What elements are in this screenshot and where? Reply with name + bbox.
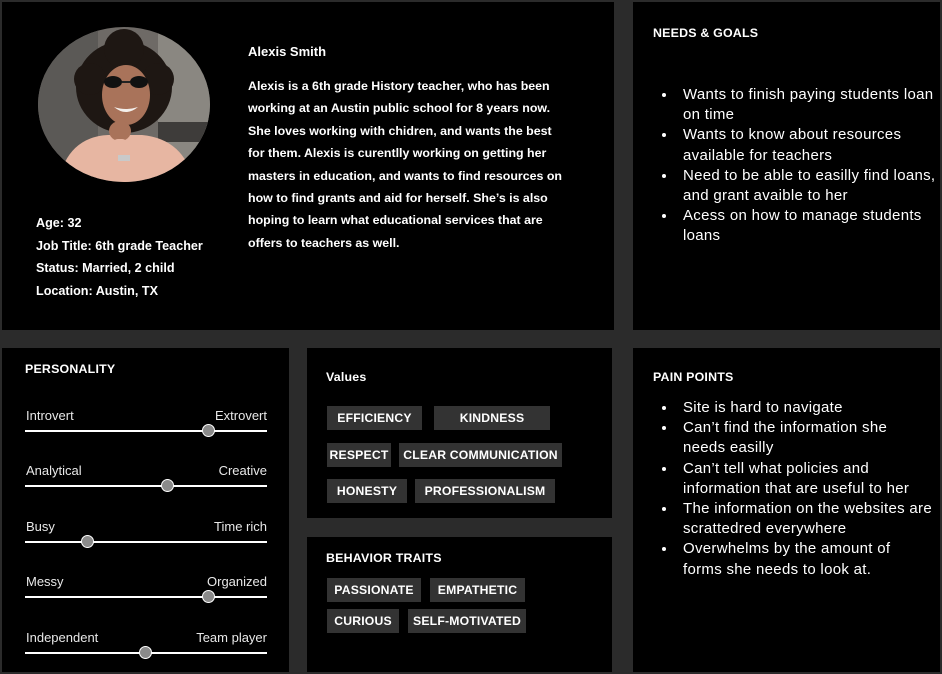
slider-knob[interactable] <box>160 479 174 492</box>
slider-track[interactable] <box>25 541 267 543</box>
list-item: Can’t find the information she needs eas… <box>677 418 932 458</box>
needs-goals-panel: NEEDS & GOALS Wants to finish paying stu… <box>633 2 940 330</box>
bio-line: Alexis is a 6th grade History teacher, w… <box>248 79 550 93</box>
slider-knob[interactable] <box>201 424 215 437</box>
needs-goals-title: NEEDS & GOALS <box>653 26 759 40</box>
bio-line: She loves working with chidren, and want… <box>248 123 552 138</box>
pain-points-title: PAIN POINTS <box>653 370 734 384</box>
slider-left-label: Busy <box>26 519 55 534</box>
personality-panel: PERSONALITY Introvert Extrovert Analytic… <box>2 348 289 672</box>
list-item: Acess on how to manage students loans <box>677 206 942 246</box>
slider-right-label: Creative <box>218 463 267 478</box>
personality-slider[interactable]: Messy Organized <box>25 574 267 614</box>
behavior-tag: CURIOUS <box>327 609 399 633</box>
value-tag: PROFESSIONALISM <box>415 479 555 503</box>
bio-line: for them. Alexis is curentlly working on… <box>248 146 547 161</box>
slider-left-label: Messy <box>26 574 64 589</box>
bio-line: how to find grants and aid for herself. … <box>248 191 548 206</box>
slider-knob[interactable] <box>80 535 94 548</box>
slider-track[interactable] <box>25 430 267 432</box>
persona-bio: Alexis is a 6th grade History teacher, w… <box>248 75 600 254</box>
list-item: Wants to know about resources available … <box>677 125 942 165</box>
slider-right-label: Team player <box>196 630 267 645</box>
behavior-tag: EMPATHETIC <box>430 578 525 602</box>
profile-panel: Alexis Smith Alexis is a 6th grade Histo… <box>2 2 614 330</box>
behavior-traits-title: BEHAVIOR TRAITS <box>326 551 442 565</box>
list-item: The information on the websites are scra… <box>677 499 932 539</box>
bio-line: hoping to learn what educational service… <box>248 213 543 228</box>
bio-line: offers to teachers as well. <box>248 235 400 250</box>
values-title: Values <box>326 370 367 384</box>
avatar <box>38 27 210 182</box>
slider-left-label: Introvert <box>26 408 74 423</box>
slider-right-label: Extrovert <box>214 408 267 423</box>
list-item: Need to be able to easilly find loans, a… <box>677 166 942 206</box>
persona-stats: Age: 32 Job Title: 6th grade Teacher Sta… <box>36 212 203 302</box>
stat-location: Location: Austin, TX <box>36 283 158 298</box>
behavior-tag: PASSIONATE <box>327 578 421 602</box>
behavior-tag: SELF-MOTIVATED <box>408 609 526 633</box>
slider-track[interactable] <box>25 596 267 598</box>
bio-line: masters in education, and wants to find … <box>248 168 562 183</box>
behavior-traits-panel: BEHAVIOR TRAITS PASSIONATE EMPATHETIC CU… <box>307 537 612 672</box>
value-tag: CLEAR COMMUNICATION <box>399 443 562 467</box>
personality-slider[interactable]: Analytical Creative <box>25 463 267 503</box>
stat-status: Status: Married, 2 child <box>36 261 175 275</box>
personality-slider[interactable]: Independent Team player <box>25 630 267 670</box>
list-item: Can’t tell what policies and information… <box>677 459 932 499</box>
stat-age: Age: 32 <box>36 216 82 230</box>
value-tag: KINDNESS <box>434 406 550 430</box>
list-item: Overwhelms by the amount of forms she ne… <box>677 539 932 579</box>
slider-track[interactable] <box>25 485 267 487</box>
bio-line: working at an Austin public school for 8… <box>248 101 551 116</box>
slider-knob[interactable] <box>139 646 152 659</box>
personality-slider[interactable]: Introvert Extrovert <box>25 408 267 448</box>
value-tag: HONESTY <box>327 479 407 503</box>
value-tag: EFFICIENCY <box>327 406 422 430</box>
personality-slider[interactable]: Busy Time rich <box>25 519 267 559</box>
list-item: Site is hard to navigate <box>677 398 932 418</box>
slider-right-label: Time rich <box>214 519 267 534</box>
pain-points-panel: PAIN POINTS Site is hard to navigate Can… <box>633 348 940 672</box>
slider-left-label: Analytical <box>26 463 82 478</box>
persona-name: Alexis Smith <box>248 44 327 59</box>
slider-left-label: Independent <box>26 630 99 645</box>
slider-knob[interactable] <box>201 590 215 603</box>
slider-right-label: Organized <box>207 574 267 589</box>
personality-title: PERSONALITY <box>25 362 116 376</box>
stat-job-title: Job Title: 6th grade Teacher <box>36 238 203 253</box>
values-panel: Values EFFICIENCY KINDNESS RESPECT CLEAR… <box>307 348 612 518</box>
list-item: Wants to finish paying students loan on … <box>677 85 942 125</box>
needs-goals-list: Wants to finish paying students loan on … <box>653 85 942 247</box>
value-tag: RESPECT <box>327 443 391 467</box>
pain-points-list: Site is hard to navigate Can’t find the … <box>653 398 932 580</box>
avatar-photo-icon <box>38 27 210 182</box>
